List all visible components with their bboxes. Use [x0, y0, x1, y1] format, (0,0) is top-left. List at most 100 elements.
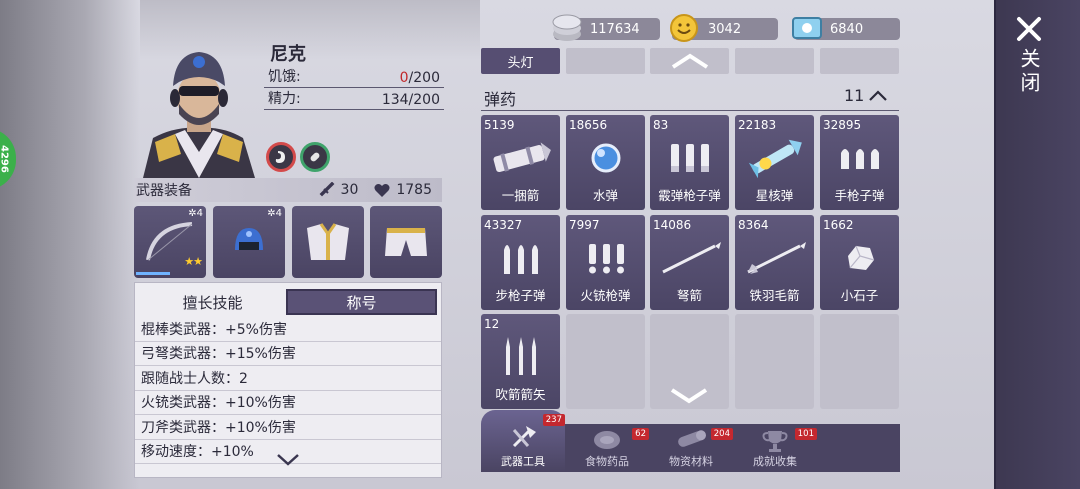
item-name: 弩箭	[676, 288, 702, 303]
silver-currency: 117634	[552, 14, 660, 41]
ticket-icon	[792, 17, 822, 39]
tab-label: 成就收集	[753, 455, 797, 468]
item-crossbow-bolt[interactable]: 14086 弩箭	[650, 215, 729, 310]
helmet-icon	[235, 228, 263, 250]
item-name: 星核弹	[755, 188, 794, 203]
item-star-core-bomb[interactable]: 22183 星核弹	[735, 115, 814, 210]
slot-stars: ★★	[184, 255, 203, 268]
trophy-icon	[762, 431, 788, 452]
ammo-section-toggle[interactable]: 11	[844, 86, 888, 105]
ticket-currency: 6840	[792, 17, 900, 40]
chevron-up-icon	[671, 53, 708, 69]
headlamp-slot[interactable]: 头灯	[481, 48, 560, 74]
close-icon[interactable]	[1016, 16, 1042, 42]
item-name: 水弹	[592, 188, 618, 203]
item-name: 铁羽毛箭	[749, 288, 800, 303]
category-tabs: 237 武器工具 62 食物药品 204 物资材料 101 成就收集	[481, 410, 900, 472]
energy-label: 精力:	[268, 91, 301, 107]
equip-slot-bow[interactable]: ✲4 ★★	[134, 206, 206, 278]
tab-badge: 204	[710, 428, 733, 440]
equip-slot-helmet[interactable]: ✲4	[213, 206, 285, 278]
tab-title[interactable]: 称号	[286, 289, 437, 315]
item-name: 吹箭箭矢	[495, 387, 546, 402]
item-quantity: 22183	[738, 118, 777, 132]
tab-materials[interactable]: 204 物资材料	[649, 424, 733, 472]
inventory-slot-empty[interactable]	[735, 48, 814, 74]
close-label: 关闭	[1017, 48, 1041, 96]
skill-line: 火铳类武器：+10%伤害	[135, 391, 441, 415]
inventory-slot-empty[interactable]	[566, 48, 645, 74]
shotgun-shells-icon	[670, 144, 709, 172]
attack-value: 30	[340, 182, 359, 198]
item-musket-rounds[interactable]: 7997 火铳枪弹	[566, 215, 645, 310]
item-iron-feather-arrow[interactable]: 8364 铁羽毛箭	[735, 215, 814, 310]
equip-slot-pants[interactable]	[370, 206, 442, 278]
item-water-orb[interactable]: 18656 水弹	[566, 115, 645, 210]
item-quantity: 7997	[569, 218, 600, 232]
pistol-bullets-icon	[840, 149, 879, 169]
armor-icon	[307, 223, 349, 260]
tab-skills[interactable]: 擅长技能	[139, 289, 286, 315]
tab-label: 食物药品	[585, 455, 629, 468]
pants-icon	[385, 228, 427, 256]
inventory-slot-empty[interactable]	[566, 314, 645, 409]
chevron-down-icon[interactable]	[276, 453, 300, 467]
item-quantity: 18656	[569, 118, 608, 132]
ammo-count: 11	[844, 86, 865, 105]
item-name: 霰弹枪子弹	[658, 188, 721, 203]
energy-row: 精力: 134/200	[264, 88, 444, 110]
tab-badge: 101	[794, 428, 817, 440]
item-name: 手枪子弹	[834, 188, 885, 203]
silver-coins-icon	[552, 14, 582, 41]
chevron-up-icon	[869, 89, 888, 101]
tab-food-medicine[interactable]: 62 食物药品	[565, 424, 649, 472]
item-pistol-bullets[interactable]: 32895 手枪子弹	[820, 115, 899, 210]
item-rifle-bullets[interactable]: 43327 步枪子弹	[481, 215, 560, 310]
star-core-bomb-icon	[748, 139, 802, 179]
item-shotgun-shells[interactable]: 83 霰弹枪子弹	[650, 115, 729, 210]
gold-currency: 3042	[670, 14, 778, 42]
equipment-header-label: 武器装备	[136, 183, 192, 199]
item-quantity: 5139	[484, 118, 515, 132]
item-name: 火铳枪弹	[580, 288, 631, 303]
stomach-status-icon[interactable]	[266, 142, 296, 172]
rifle-bullets-icon	[503, 245, 538, 274]
item-quantity: 12	[484, 317, 500, 331]
item-quantity: 43327	[484, 218, 523, 232]
tab-weapons-tools[interactable]: 237 武器工具	[481, 410, 565, 472]
item-blow-darts[interactable]: 12 吹箭箭矢	[481, 314, 560, 409]
scroll-up-button[interactable]	[650, 48, 729, 74]
side-badge-value: 4296	[0, 145, 10, 173]
attack-stat: 30	[319, 182, 359, 198]
background-left	[0, 0, 140, 489]
character-name: 尼克	[270, 44, 306, 65]
skills-panel: 擅长技能 称号 棍棒类武器：+5%伤害 弓弩类武器：+15%伤害 跟随战士人数：…	[134, 282, 442, 478]
item-quantity: 8364	[738, 218, 769, 232]
tab-achievements[interactable]: 101 成就收集	[733, 424, 817, 472]
item-arrow-bundle[interactable]: 5139 一捆箭	[481, 115, 560, 210]
hunger-max: /200	[408, 70, 440, 86]
health-stat: 1785	[374, 182, 432, 198]
slot-progress-bar	[136, 272, 170, 275]
inventory-slot-empty[interactable]	[820, 48, 899, 74]
hunger-row: 饥饿: 0/200	[264, 66, 444, 88]
skill-line: 棍棒类武器：+5%伤害	[135, 317, 441, 342]
inventory-slot-empty[interactable]	[735, 314, 814, 409]
skill-line: 刀斧类武器：+10%伤害	[135, 415, 441, 440]
item-quantity: 14086	[653, 218, 692, 232]
scroll-down-button[interactable]	[650, 314, 729, 409]
inventory-slot-empty[interactable]	[820, 314, 899, 409]
chevron-down-icon	[670, 388, 708, 404]
tab-badge: 62	[632, 428, 649, 440]
equip-slot-armor[interactable]	[292, 206, 364, 278]
ticket-value: 6840	[830, 21, 864, 37]
section-divider	[481, 110, 899, 111]
crossbow-bolt-icon	[661, 242, 721, 274]
close-panel[interactable]: 关闭	[994, 0, 1080, 489]
skill-line: 弓弩类武器：+15%伤害	[135, 342, 441, 366]
hunger-label: 饥饿:	[268, 69, 301, 85]
slot-level: ✲4	[188, 208, 203, 219]
item-pebble[interactable]: 1662 小石子	[820, 215, 899, 310]
pill-status-icon[interactable]	[300, 142, 330, 172]
skills-tabs: 擅长技能 称号	[139, 289, 437, 315]
